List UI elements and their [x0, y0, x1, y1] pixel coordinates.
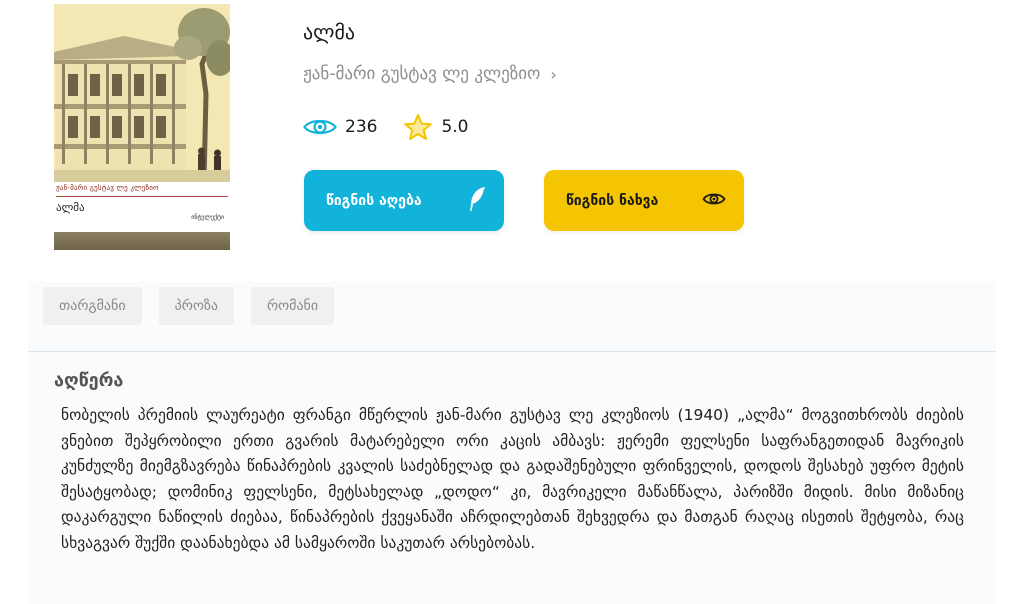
star-icon: [403, 113, 433, 141]
tag-chip[interactable]: თარგმანი: [43, 287, 142, 325]
rating-value: 5.0: [441, 117, 469, 137]
cover-photo: [54, 4, 230, 182]
cover-title-text: ალმა: [56, 201, 85, 214]
section-divider: [28, 351, 996, 352]
description-text: ნობელის პრემიის ლაურეატი ფრანგი მწერლის …: [61, 406, 964, 552]
take-book-label: წიგნის აღება: [326, 192, 422, 209]
tag-list: თარგმანი პროზა რომანი: [43, 287, 335, 325]
cover-author-text: ჟან-მარი გუსტავ ლე კლეზიო: [56, 184, 159, 192]
book-title: ალმა: [303, 20, 356, 44]
take-book-button[interactable]: წიგნის აღება: [304, 170, 504, 231]
author-link[interactable]: ჟან-მარი გუსტავ ლე კლეზიო ›: [303, 64, 557, 84]
cover-photo-illustration: [54, 4, 230, 182]
rating-stat: 5.0: [403, 113, 469, 141]
cover-rule: [56, 196, 228, 197]
eye-icon: [303, 116, 337, 138]
cover-publisher-logo: ინტელექტი: [191, 214, 224, 221]
eye-icon: [702, 191, 726, 211]
tag-chip[interactable]: პროზა: [158, 287, 234, 325]
views-count: 236: [345, 117, 378, 137]
view-book-button[interactable]: წიგნის ნახვა: [544, 170, 744, 231]
views-stat: 236: [303, 116, 377, 138]
feather-icon: [468, 186, 486, 215]
book-stats: 236 5.0: [303, 113, 469, 141]
description-heading: აღწერა: [54, 370, 124, 391]
details-panel: თარგმანი პროზა რომანი აღწერა ნობელის პრე…: [28, 282, 996, 604]
chevron-right-icon: ›: [550, 64, 557, 84]
author-name: ჟან-მარი გუსტავ ლე კლეზიო: [303, 64, 541, 84]
cover-bottom-photo: [54, 232, 230, 250]
book-cover: ჟან-მარი გუსტავ ლე კლეზიო ალმა ინტელექტი: [54, 4, 230, 250]
view-book-label: წიგნის ნახვა: [566, 192, 659, 209]
tag-chip[interactable]: რომანი: [250, 287, 335, 325]
